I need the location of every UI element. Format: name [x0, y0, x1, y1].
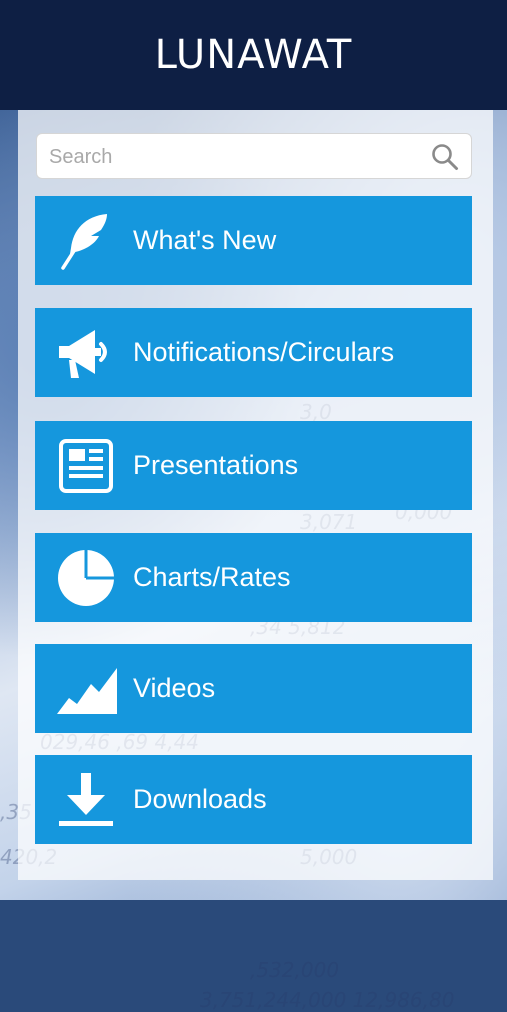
area-chart-icon	[57, 668, 117, 714]
feather-icon	[61, 214, 107, 270]
app-header: LUNAWAT	[0, 0, 507, 110]
notifications-circulars-button[interactable]: Notifications/Circulars	[35, 308, 472, 397]
videos-label: Videos	[133, 673, 216, 703]
charts-rates-label: Charts/Rates	[133, 562, 291, 592]
charts-rates-button[interactable]: Charts/Rates	[35, 533, 472, 622]
download-icon	[59, 773, 113, 826]
whats-new-label: What's New	[133, 225, 277, 255]
app-title: LUNAWAT	[154, 32, 353, 78]
videos-button[interactable]: Videos	[35, 644, 472, 733]
presentations-button[interactable]: Presentations	[35, 421, 472, 510]
search-icon[interactable]	[431, 143, 459, 171]
whats-new-button[interactable]: What's New	[35, 196, 472, 285]
search-input[interactable]	[47, 134, 421, 180]
newspaper-icon	[59, 439, 113, 493]
megaphone-icon	[59, 330, 107, 378]
downloads-label: Downloads	[133, 784, 267, 814]
search-bar[interactable]	[36, 133, 472, 180]
downloads-button[interactable]: Downloads	[35, 755, 472, 844]
pie-chart-icon	[58, 550, 114, 606]
notifications-circulars-label: Notifications/Circulars	[133, 337, 395, 367]
presentations-label: Presentations	[133, 450, 299, 480]
